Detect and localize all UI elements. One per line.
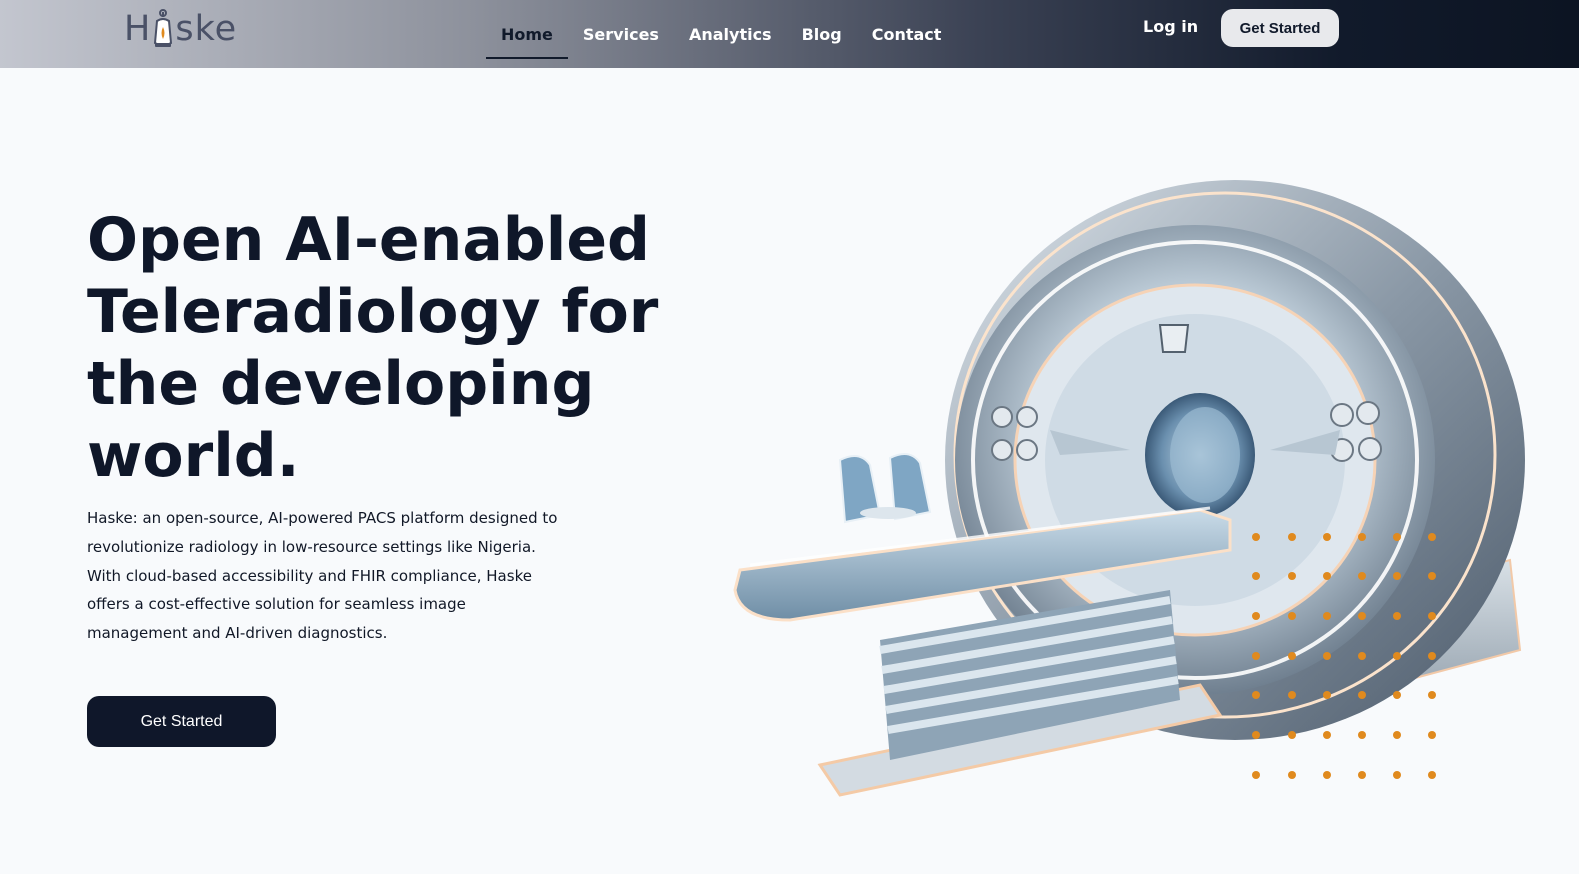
nav-item-contact[interactable]: Contact xyxy=(857,9,957,59)
nav-item-analytics[interactable]: Analytics xyxy=(674,9,787,59)
decorative-dot-grid xyxy=(1252,533,1436,779)
brand-logo[interactable]: H ske xyxy=(124,8,237,50)
nav-item-blog[interactable]: Blog xyxy=(787,9,857,59)
lamp-icon xyxy=(154,9,173,47)
headrest xyxy=(838,453,932,524)
logo-letter-h: H xyxy=(124,9,152,49)
main-nav: Home Services Analytics Blog Contact xyxy=(486,0,956,68)
nav-label: Blog xyxy=(801,24,842,44)
nav-item-home[interactable]: Home xyxy=(486,9,568,59)
nav-label: Services xyxy=(582,24,659,44)
header-get-started-button[interactable]: Get Started xyxy=(1221,9,1339,47)
nav-label: Contact xyxy=(871,24,942,44)
brand-wordmark: H ske xyxy=(124,9,237,49)
logo-letters-ske: ske xyxy=(175,9,238,49)
nav-label: Home xyxy=(501,24,553,44)
hero-description: Haske: an open-source, AI-powered PACS p… xyxy=(87,509,558,643)
login-link[interactable]: Log in xyxy=(1143,17,1198,36)
site-header: H ske Home Services Analytics Blog Conta… xyxy=(0,0,1579,68)
nav-item-services[interactable]: Services xyxy=(568,9,674,59)
nav-label: Analytics xyxy=(688,24,772,44)
hero-get-started-button[interactable]: Get Started xyxy=(87,696,276,747)
hero-title: Open AI-enabled Teleradiology for the de… xyxy=(87,205,659,491)
